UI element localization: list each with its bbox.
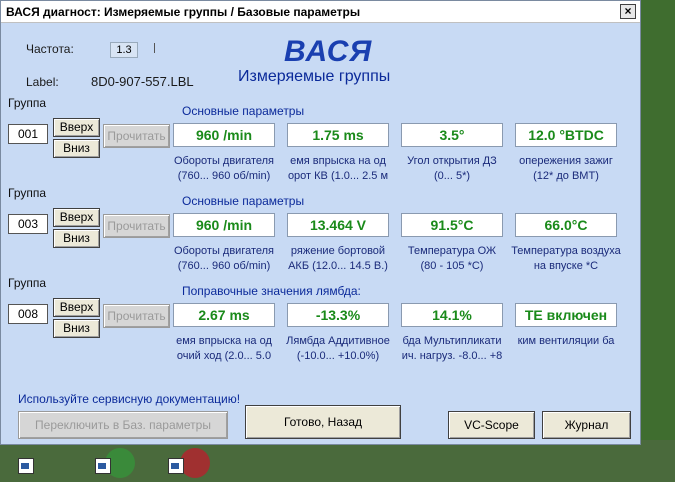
group-number-input[interactable]: 008 [8, 304, 48, 324]
label-file-value: 8D0-907-557.LBL [91, 74, 194, 89]
value-field: -13.3% [287, 303, 389, 327]
desktop-shortcut-icon[interactable] [168, 458, 184, 474]
group-up-button[interactable]: Вверх [53, 208, 100, 227]
value-field: 3.5° [401, 123, 503, 147]
read-button[interactable]: Прочитать [103, 214, 170, 238]
vc-scope-button[interactable]: VC-Scope [448, 411, 535, 439]
value-description: бда Мультипликати ич. нагруз. -8.0... +8 [401, 335, 503, 362]
group-down-button[interactable]: Вниз [53, 229, 100, 248]
group-number-input[interactable]: 003 [8, 214, 48, 234]
value-field: 1.75 ms [287, 123, 389, 147]
frequency-label: Частота: [26, 42, 74, 56]
value-description: Температура воздуха на впуске *С [511, 245, 621, 272]
value-description: Лямбда Аддитивное (-10.0... +10.0%) [286, 335, 390, 362]
value-description: ким вентиляции ба [517, 335, 615, 347]
value-field: 14.1% [401, 303, 503, 327]
value-description: Обороты двигателя (760... 960 об/min) [173, 245, 275, 272]
close-icon[interactable]: × [620, 4, 636, 19]
read-button[interactable]: Прочитать [103, 304, 170, 328]
group-down-button[interactable]: Вниз [53, 319, 100, 338]
value-description: Обороты двигателя (760... 960 об/min) [173, 155, 275, 182]
desktop-shortcut-icon[interactable] [95, 458, 111, 474]
done-back-button[interactable]: Готово, Назад [245, 405, 401, 439]
desktop-shortcut-graphic [180, 448, 210, 478]
group-label: Группа [8, 96, 47, 110]
title-bar: ВАСЯ диагност: Измеряемые группы / Базов… [1, 1, 640, 23]
value-field: 2.67 ms [173, 303, 275, 327]
group-label: Группа [8, 186, 47, 200]
value-description: Угол открытия ДЗ (0... 5*) [407, 155, 497, 182]
service-doc-notice: Используйте сервисную документацию! [18, 392, 241, 406]
frequency-indicator [154, 43, 155, 53]
value-description: опережения зажиг (12* до ВМТ) [519, 155, 613, 182]
main-window: ВАСЯ диагност: Измеряемые группы / Базов… [0, 0, 641, 445]
group-down-button[interactable]: Вниз [53, 139, 100, 158]
value-field: 66.0°C [515, 213, 617, 237]
desktop-shortcut-icon[interactable] [18, 458, 34, 474]
app-title: ВАСЯ [284, 35, 373, 68]
group-label: Группа [8, 276, 47, 290]
value-field: TE включен [515, 303, 617, 327]
read-button[interactable]: Прочитать [103, 124, 170, 148]
label-file-label: Label: [26, 75, 59, 89]
value-field: 960 /min [173, 213, 275, 237]
value-field: 12.0 °BTDC [515, 123, 617, 147]
value-field: 13.464 V [287, 213, 389, 237]
group-number-input[interactable]: 001 [8, 124, 48, 144]
journal-button[interactable]: Журнал [542, 411, 631, 439]
page-subtitle: Измеряемые группы [238, 68, 391, 85]
frequency-value: 1.3 [110, 42, 138, 58]
group-up-button[interactable]: Вверх [53, 298, 100, 317]
switch-basic-params-button[interactable]: Переключить в Баз. параметры [18, 411, 228, 439]
value-description: Температура ОЖ (80 - 105 *С) [407, 245, 497, 272]
value-description: емя впрыска на од очий ход (2.0... 5.0 [176, 335, 272, 362]
window-title: ВАСЯ диагност: Измеряемые группы / Базов… [6, 5, 361, 19]
value-field: 91.5°C [401, 213, 503, 237]
value-field: 960 /min [173, 123, 275, 147]
value-description: емя впрыска на од орот КВ (1.0... 2.5 м [287, 155, 389, 182]
section-title: Основные параметры [182, 194, 305, 208]
section-title: Поправочные значения лямбда: [182, 284, 361, 298]
value-description: ряжение бортовой АКБ (12.0... 14.5 В.) [288, 245, 388, 272]
section-title: Основные параметры [182, 104, 305, 118]
desktop-background [640, 0, 675, 482]
group-up-button[interactable]: Вверх [53, 118, 100, 137]
